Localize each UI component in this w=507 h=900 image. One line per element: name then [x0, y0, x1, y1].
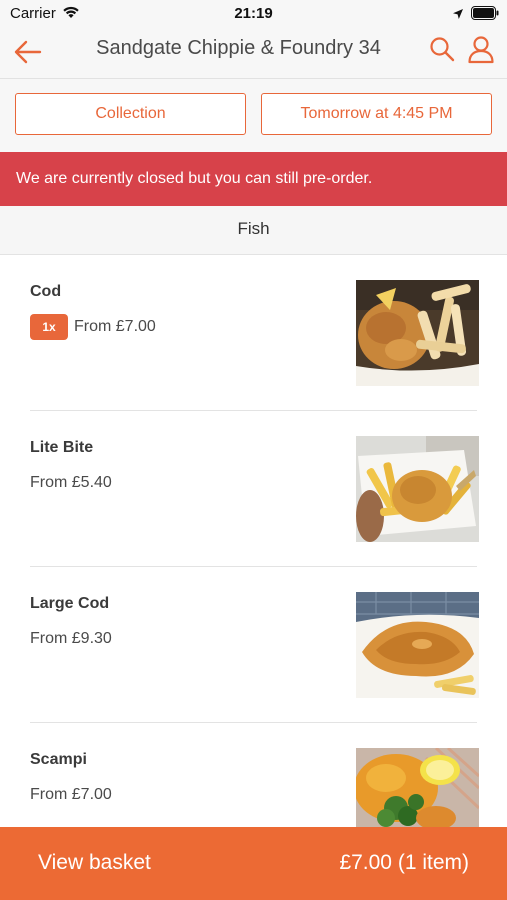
order-options-bar: Collection Tomorrow at 4:45 PM	[0, 79, 507, 152]
item-price-row: 1x From £7.00	[30, 314, 156, 340]
menu-item[interactable]: Lite Bite From £5.40	[0, 411, 507, 567]
closed-notice-banner: We are currently closed but you can stil…	[0, 152, 507, 206]
back-arrow-icon[interactable]	[12, 36, 44, 68]
basket-total: £7.00 (1 item)	[339, 851, 469, 874]
app-screen: Carrier 21:19 Sandgate Chippie & Foundry…	[0, 0, 507, 900]
category-header: Fish	[0, 206, 507, 255]
item-name: Cod	[30, 283, 62, 300]
item-price-row: From £5.40	[30, 470, 112, 496]
item-price: From £5.40	[30, 474, 112, 491]
item-price-row: From £9.30	[30, 626, 112, 652]
user-account-icon[interactable]	[466, 34, 496, 64]
closed-notice-text: We are currently closed but you can stil…	[16, 170, 373, 187]
location-arrow-icon	[452, 7, 464, 25]
item-name: Lite Bite	[30, 439, 94, 456]
item-price: From £7.00	[30, 786, 112, 803]
fish-and-chips-photo	[356, 280, 479, 386]
menu-item[interactable]: Cod 1x From £7.00	[0, 255, 507, 411]
battery-icon	[471, 6, 499, 25]
item-name: Scampi	[30, 751, 87, 768]
battered-fish-photo	[356, 592, 479, 698]
item-price-row: From £7.00	[30, 782, 112, 808]
status-bar: Carrier 21:19	[0, 0, 507, 28]
menu-item[interactable]: Large Cod From £9.30	[0, 567, 507, 723]
order-time-button[interactable]: Tomorrow at 4:45 PM	[261, 93, 492, 135]
view-basket-button[interactable]: View basket £7.00 (1 item)	[0, 827, 507, 900]
item-name: Large Cod	[30, 595, 110, 612]
search-icon[interactable]	[428, 35, 456, 63]
item-price: From £9.30	[30, 630, 112, 647]
collection-button[interactable]: Collection	[15, 93, 246, 135]
view-basket-label: View basket	[38, 851, 151, 874]
fish-and-chips-tray-photo	[356, 436, 479, 542]
navigation-bar: Sandgate Chippie & Foundry 34	[0, 28, 507, 79]
clock-time: 21:19	[234, 5, 273, 22]
item-price: From £7.00	[74, 318, 156, 335]
page-title: Sandgate Chippie & Foundry 34	[96, 37, 381, 59]
quantity-badge: 1x	[30, 314, 68, 340]
